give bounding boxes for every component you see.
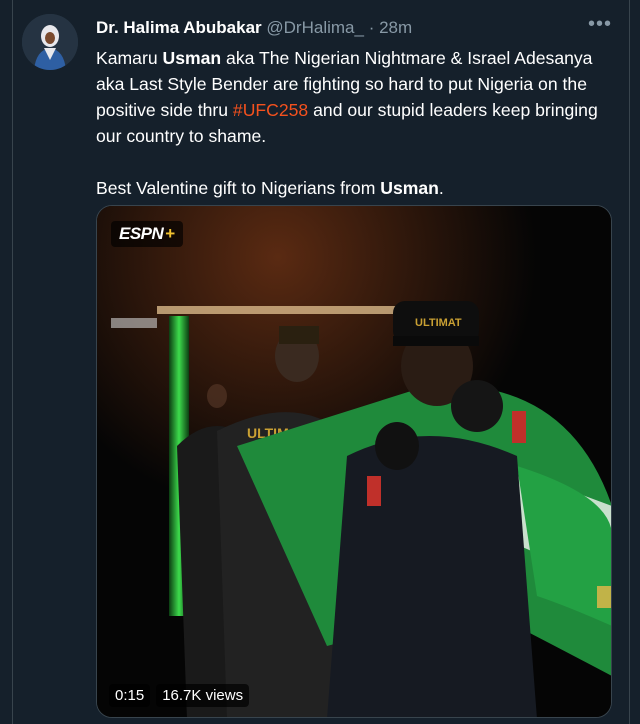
- avatar-image: [22, 14, 78, 70]
- video-footer: 0:15 16.7K views: [109, 684, 250, 707]
- video-player[interactable]: ULTIMA ULTIMAT ESPN + 0:15 16.7K views: [96, 205, 612, 718]
- hashtag-link[interactable]: #UFC258: [233, 100, 308, 120]
- svg-text:ULTIMAT: ULTIMAT: [415, 317, 462, 329]
- text-segment: Best Valentine gift to Nigerians from: [96, 178, 381, 198]
- espn-plus-badge: ESPN +: [111, 221, 183, 247]
- video-views: 16.7K views: [156, 684, 250, 707]
- text-segment: .: [438, 178, 444, 198]
- author-avatar[interactable]: [22, 14, 78, 70]
- separator-dot: ·: [368, 18, 375, 37]
- tweet-timestamp[interactable]: 28m: [379, 18, 412, 37]
- bold-text: Usman: [162, 48, 222, 68]
- badge-label: ESPN: [119, 224, 164, 243]
- bold-text: Usman: [380, 178, 439, 198]
- video-duration: 0:15: [109, 684, 151, 707]
- tweet-text: Kamaru Usman aka The Nigerian Nightmare …: [96, 45, 616, 201]
- tweet-paragraph: Best Valentine gift to Nigerians from Us…: [96, 175, 616, 201]
- more-options-icon[interactable]: •••: [588, 14, 612, 34]
- author-name[interactable]: Dr. Halima Abubakar: [96, 18, 262, 37]
- badge-plus: +: [165, 224, 175, 243]
- video-frame: ULTIMA ULTIMAT: [97, 206, 611, 717]
- tweet-paragraph: Kamaru Usman aka The Nigerian Nightmare …: [96, 45, 616, 149]
- tweet-header: Dr. Halima Abubakar @DrHalima_ · 28m: [96, 18, 412, 38]
- author-handle[interactable]: @DrHalima_: [266, 18, 364, 37]
- text-segment: Kamaru: [96, 48, 163, 68]
